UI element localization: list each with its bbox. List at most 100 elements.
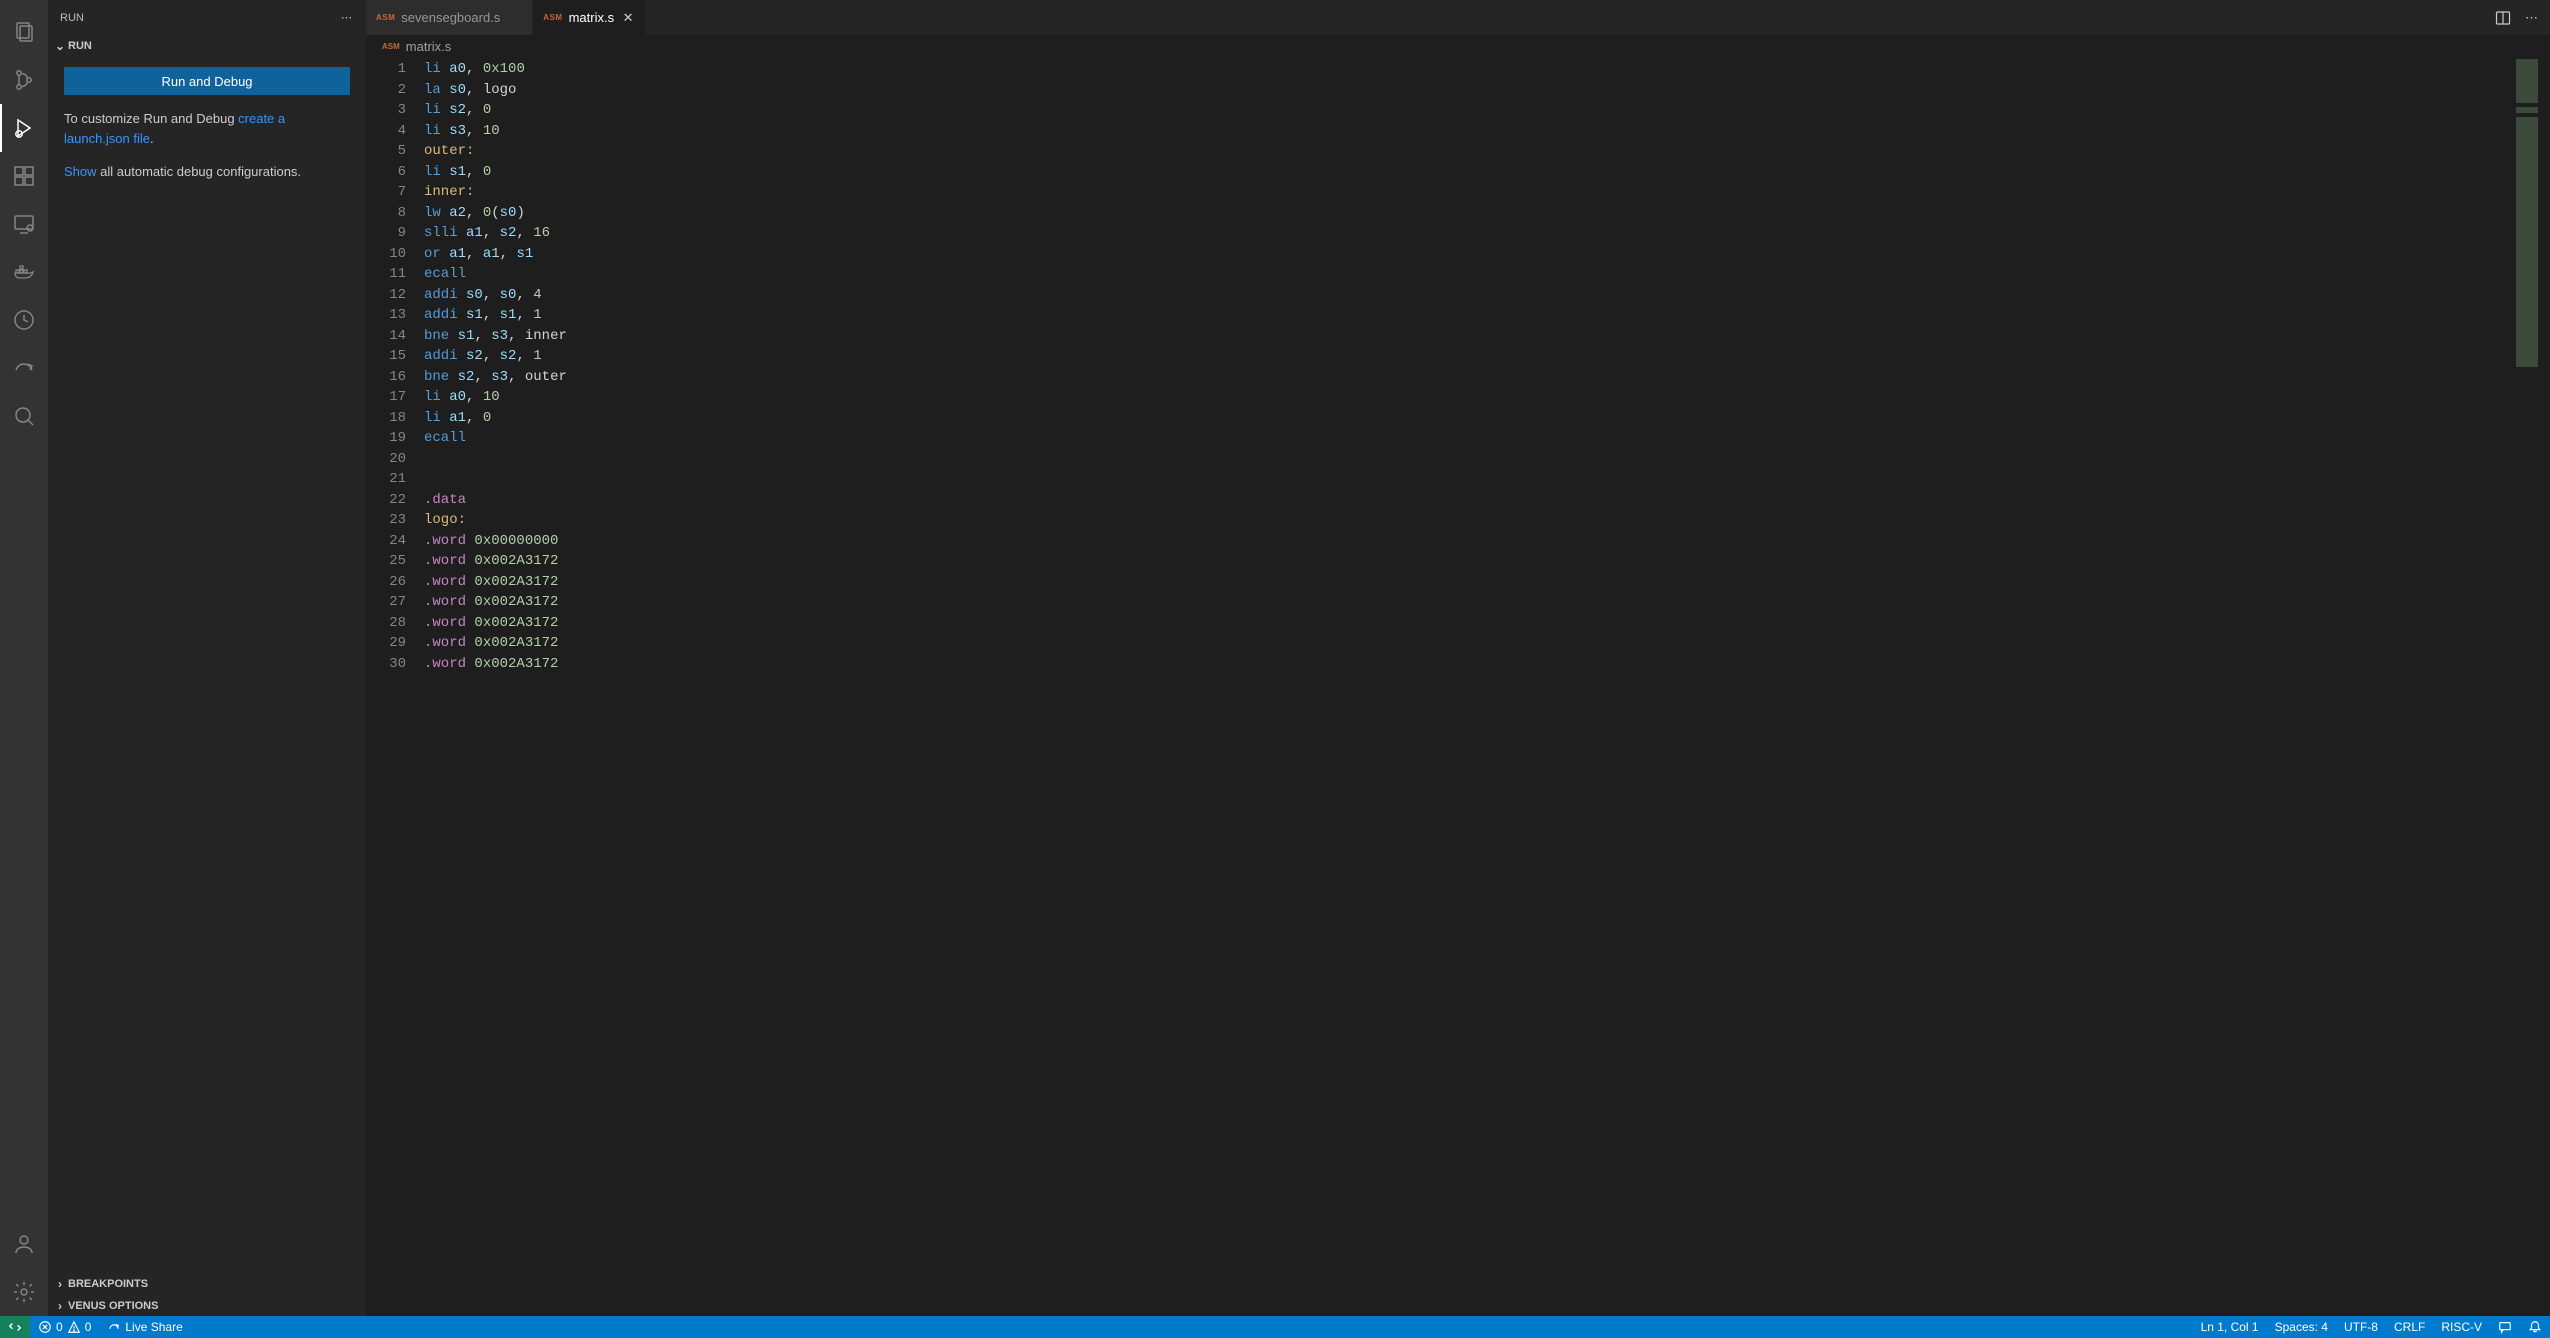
sidebar-title-text: RUN [60, 12, 84, 24]
code-line[interactable]: .word 0x002A3172 [424, 613, 2550, 634]
code-line[interactable]: addi s0, s0, 4 [424, 285, 2550, 306]
line-number: 18 [366, 408, 424, 429]
line-number: 17 [366, 387, 424, 408]
problems-indicator[interactable]: 0 0 [30, 1316, 99, 1338]
code-area[interactable]: li a0, 0x100la s0, logoli s2, 0li s3, 10… [424, 57, 2550, 1316]
help-prefix: To customize Run and Debug [64, 111, 238, 126]
extensions-icon[interactable] [0, 152, 48, 200]
minimap[interactable] [2514, 57, 2544, 1316]
search-icon[interactable] [0, 392, 48, 440]
split-editor-icon[interactable] [2495, 10, 2511, 26]
line-number: 29 [366, 633, 424, 654]
line-number: 22 [366, 490, 424, 511]
remote-indicator[interactable] [0, 1316, 30, 1338]
feedback-icon[interactable] [2490, 1316, 2520, 1338]
indentation[interactable]: Spaces: 4 [2267, 1316, 2336, 1338]
code-line[interactable]: slli a1, s2, 16 [424, 223, 2550, 244]
show-suffix: all automatic debug configurations. [97, 164, 302, 179]
code-line[interactable]: .word 0x002A3172 [424, 572, 2550, 593]
explorer-icon[interactable] [0, 8, 48, 56]
show-link[interactable]: Show [64, 164, 97, 179]
line-number: 16 [366, 367, 424, 388]
settings-gear-icon[interactable] [0, 1268, 48, 1316]
account-icon[interactable] [0, 1220, 48, 1268]
show-configs-text: Show all automatic debug configurations. [64, 162, 350, 182]
code-line[interactable] [424, 449, 2550, 470]
breakpoints-section-header[interactable]: › BREAKPOINTS [48, 1272, 366, 1294]
line-number: 7 [366, 182, 424, 203]
code-line[interactable]: .word 0x002A3172 [424, 551, 2550, 572]
code-line[interactable]: .data [424, 490, 2550, 511]
code-line[interactable]: bne s1, s3, inner [424, 326, 2550, 347]
code-line[interactable]: li a1, 0 [424, 408, 2550, 429]
chevron-right-icon: › [52, 1277, 68, 1291]
code-line[interactable]: .word 0x002A3172 [424, 654, 2550, 675]
timeline-icon[interactable] [0, 296, 48, 344]
breakpoints-label: BREAKPOINTS [68, 1278, 148, 1290]
code-line[interactable]: la s0, logo [424, 80, 2550, 101]
close-icon[interactable]: ✕ [620, 10, 636, 26]
line-number: 9 [366, 223, 424, 244]
line-gutter: 1234567891011121314151617181920212223242… [366, 57, 424, 1316]
errors-count: 0 [56, 1320, 63, 1334]
chevron-right-icon: › [52, 1299, 68, 1313]
cursor-position[interactable]: Ln 1, Col 1 [2193, 1316, 2267, 1338]
code-line[interactable]: li a0, 10 [424, 387, 2550, 408]
code-line[interactable]: .word 0x002A3172 [424, 592, 2550, 613]
line-number: 15 [366, 346, 424, 367]
code-line[interactable]: li a0, 0x100 [424, 59, 2550, 80]
line-number: 20 [366, 449, 424, 470]
tab-sevensegboard-s[interactable]: ASMsevensegboard.s✕ [366, 0, 533, 35]
code-line[interactable]: li s3, 10 [424, 121, 2550, 142]
editor-more-icon[interactable]: ⋯ [2525, 10, 2540, 26]
line-number: 19 [366, 428, 424, 449]
encoding[interactable]: UTF-8 [2336, 1316, 2386, 1338]
code-line[interactable]: logo: [424, 510, 2550, 531]
sidebar-more-icon[interactable]: ⋯ [341, 11, 354, 24]
chevron-down-icon: ⌄ [52, 39, 68, 53]
line-number: 11 [366, 264, 424, 285]
line-number: 8 [366, 203, 424, 224]
line-number: 12 [366, 285, 424, 306]
line-number: 2 [366, 80, 424, 101]
code-line[interactable]: outer: [424, 141, 2550, 162]
code-line[interactable]: li s1, 0 [424, 162, 2550, 183]
venus-options-section-header[interactable]: › VENUS OPTIONS [48, 1294, 366, 1316]
code-line[interactable]: lw a2, 0(s0) [424, 203, 2550, 224]
breadcrumb[interactable]: ASM matrix.s [366, 35, 2550, 57]
source-control-icon[interactable] [0, 56, 48, 104]
tab-matrix-s[interactable]: ASMmatrix.s✕ [533, 0, 647, 35]
code-line[interactable]: .word 0x002A3172 [424, 633, 2550, 654]
help-suffix: . [150, 131, 154, 146]
run-and-debug-button[interactable]: Run and Debug [64, 67, 350, 95]
run-debug-icon[interactable] [0, 104, 48, 152]
notifications-icon[interactable] [2520, 1316, 2550, 1338]
code-line[interactable]: or a1, a1, s1 [424, 244, 2550, 265]
tab-label: sevensegboard.s [401, 10, 500, 25]
code-line[interactable]: addi s1, s1, 1 [424, 305, 2550, 326]
line-number: 24 [366, 531, 424, 552]
code-line[interactable]: .word 0x00000000 [424, 531, 2550, 552]
live-share-button[interactable]: Live Share [99, 1316, 190, 1338]
code-line[interactable]: li s2, 0 [424, 100, 2550, 121]
eol[interactable]: CRLF [2386, 1316, 2433, 1338]
code-line[interactable]: inner: [424, 182, 2550, 203]
line-number: 6 [366, 162, 424, 183]
customize-help-text: To customize Run and Debug create a laun… [64, 109, 350, 148]
editor-main: ASMsevensegboard.s✕ASMmatrix.s✕ ⋯ ASM ma… [366, 0, 2550, 1316]
code-line[interactable]: ecall [424, 428, 2550, 449]
code-line[interactable]: ecall [424, 264, 2550, 285]
line-number: 4 [366, 121, 424, 142]
code-line[interactable]: addi s2, s2, 1 [424, 346, 2550, 367]
docker-icon[interactable] [0, 248, 48, 296]
remote-explorer-icon[interactable] [0, 200, 48, 248]
code-line[interactable]: bne s2, s3, outer [424, 367, 2550, 388]
share-icon[interactable] [0, 344, 48, 392]
editor[interactable]: 1234567891011121314151617181920212223242… [366, 57, 2550, 1316]
run-section-header[interactable]: ⌄ RUN [48, 35, 366, 57]
line-number: 14 [366, 326, 424, 347]
line-number: 26 [366, 572, 424, 593]
code-line[interactable] [424, 469, 2550, 490]
language-mode[interactable]: RISC-V [2433, 1316, 2490, 1338]
venus-options-label: VENUS OPTIONS [68, 1300, 158, 1312]
